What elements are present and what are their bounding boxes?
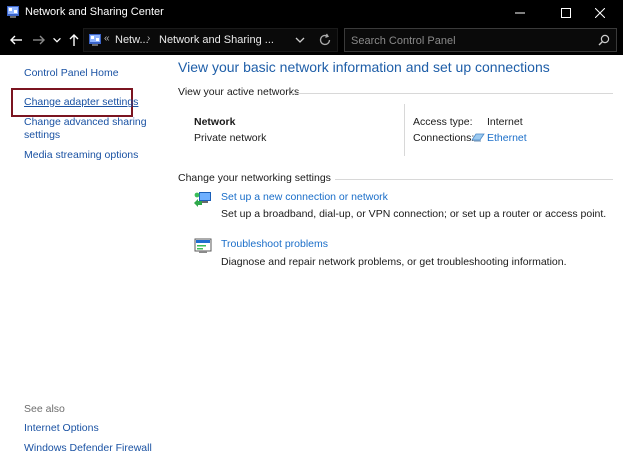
divider [404, 104, 405, 156]
divider [291, 93, 613, 94]
internet-options-link[interactable]: Internet Options [24, 422, 99, 435]
active-networks-heading: View your active networks [178, 86, 300, 98]
task-description: Set up a broadband, dial-up, or VPN conn… [221, 208, 607, 220]
media-streaming-options-link[interactable]: Media streaming options [24, 149, 138, 162]
search-icon[interactable] [598, 34, 610, 46]
network-center-icon [7, 6, 19, 18]
troubleshoot-problems-link[interactable]: Troubleshoot problems [221, 238, 328, 250]
access-type-value: Internet [487, 116, 523, 128]
window-title: Network and Sharing Center [25, 6, 164, 18]
breadcrumb-sharing-center[interactable]: Network and Sharing ... [159, 34, 274, 46]
title-bar: Network and Sharing Center [0, 0, 623, 25]
ethernet-connection-link[interactable]: Ethernet [487, 132, 527, 144]
arrow-right-icon [33, 35, 45, 45]
task-pane: Control Panel Home Change adapter settin… [0, 55, 165, 466]
recent-locations-button[interactable] [51, 32, 63, 48]
set-up-new-connection-link[interactable]: Set up a new connection or network [221, 191, 388, 203]
up-button[interactable] [66, 32, 82, 48]
link-line: Change advanced sharing [24, 116, 147, 128]
search-box[interactable] [344, 28, 617, 52]
change-adapter-settings-link[interactable]: Change adapter settings [24, 96, 138, 109]
see-also-heading: See also [24, 403, 65, 415]
networking-settings-heading: Change your networking settings [178, 172, 331, 184]
troubleshoot-icon [194, 238, 212, 253]
refresh-icon[interactable] [318, 33, 332, 47]
breadcrumb-network[interactable]: Netw... [115, 34, 149, 46]
chevron-down-icon [53, 37, 61, 43]
search-input[interactable] [351, 33, 591, 48]
access-type-label: Access type: [413, 116, 473, 128]
close-icon [595, 7, 605, 18]
forward-button[interactable] [31, 32, 47, 48]
back-button[interactable] [8, 32, 24, 48]
page-title: View your basic network information and … [178, 59, 550, 75]
task-description: Diagnose and repair network problems, or… [221, 256, 567, 268]
address-overflow[interactable]: « [104, 33, 110, 44]
network-center-icon [89, 34, 101, 46]
control-panel-home-link[interactable]: Control Panel Home [24, 67, 119, 80]
navigation-bar: « Netw... › Network and Sharing ... [0, 25, 623, 55]
new-connection-icon [194, 192, 211, 207]
ethernet-icon [471, 133, 485, 142]
maximize-icon [561, 7, 571, 18]
network-category: Private network [194, 132, 267, 144]
divider [335, 179, 613, 180]
main-content: View your basic network information and … [165, 55, 623, 466]
arrow-up-icon [69, 34, 79, 46]
windows-defender-firewall-link[interactable]: Windows Defender Firewall [24, 442, 152, 455]
network-name: Network [194, 116, 236, 128]
change-advanced-sharing-settings-link[interactable]: Change advanced sharing settings [24, 116, 147, 142]
minimize-button[interactable] [497, 0, 543, 25]
chevron-right-icon: › [147, 33, 151, 44]
connections-label: Connections: [413, 132, 475, 144]
minimize-icon [515, 12, 525, 13]
address-bar[interactable]: « Netw... › Network and Sharing ... [83, 28, 338, 52]
close-button[interactable] [577, 0, 623, 25]
chevron-down-icon[interactable] [294, 34, 306, 46]
link-line: settings [24, 129, 61, 141]
arrow-left-icon [10, 35, 22, 45]
